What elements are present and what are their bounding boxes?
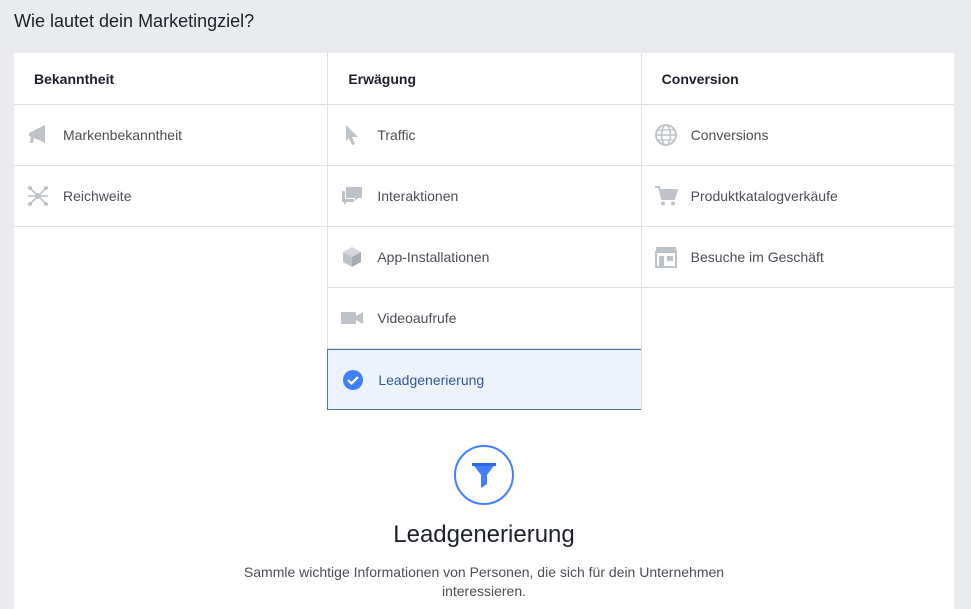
objective-label: Leadgenerierung [378,371,485,388]
objective-label: Besuche im Geschäft [690,249,824,265]
objective-app-installationen[interactable]: App-Installationen [328,227,641,288]
column-header: Conversion [641,53,954,105]
reach-icon [26,184,50,208]
objective-videoaufrufe[interactable]: Videoaufrufe [328,288,641,349]
funnel-icon [454,445,514,505]
column-erwaegung: Erwägung Traffic Interaktionen App-Insta… [327,53,642,410]
objective-label: Interaktionen [377,188,459,204]
objective-produktkatalogverkaeufe[interactable]: Produktkatalogverkäufe [641,166,954,227]
detail-title: Leadgenerierung [393,521,575,548]
check-circle-icon [341,368,365,392]
objective-grid: Bekanntheit Markenbekanntheit Reichweite… [14,53,954,410]
storefront-icon [654,245,678,269]
objective-detail: Leadgenerierung Sammle wichtige Informat… [14,445,954,601]
objective-leadgenerierung[interactable]: Leadgenerierung [327,349,642,410]
objective-label: Produktkatalogverkäufe [690,188,838,204]
cursor-icon [340,123,364,147]
globe-icon [654,123,678,147]
objective-label: App-Installationen [377,249,490,265]
objective-panel: Bekanntheit Markenbekanntheit Reichweite… [14,53,954,609]
objective-traffic[interactable]: Traffic [328,105,641,166]
objective-label: Videoaufrufe [377,310,457,326]
megaphone-icon [26,123,50,147]
objective-label: Conversions [690,127,769,143]
video-camera-icon [340,306,364,330]
objective-reichweite[interactable]: Reichweite [14,166,328,227]
objective-besuche-im-geschaeft[interactable]: Besuche im Geschäft [641,227,954,288]
column-header: Bekanntheit [14,53,328,105]
chat-bubbles-icon [340,184,364,208]
objective-interaktionen[interactable]: Interaktionen [328,166,641,227]
column-bekanntheit: Bekanntheit Markenbekanntheit Reichweite [14,53,328,410]
column-conversion: Conversion Conversions Produktkatalogver… [640,53,954,410]
cube-icon [340,245,364,269]
objective-label: Reichweite [63,188,132,204]
objective-label: Markenbekanntheit [63,127,183,143]
column-header: Erwägung [328,53,641,105]
objective-label: Traffic [377,127,416,143]
page-title: Wie lautet dein Marketingziel? [14,11,255,31]
objective-conversions[interactable]: Conversions [641,105,954,166]
shopping-cart-icon [654,184,678,208]
detail-description: Sammle wichtige Informationen von Person… [243,564,725,599]
objective-markenbekanntheit[interactable]: Markenbekanntheit [14,105,328,166]
